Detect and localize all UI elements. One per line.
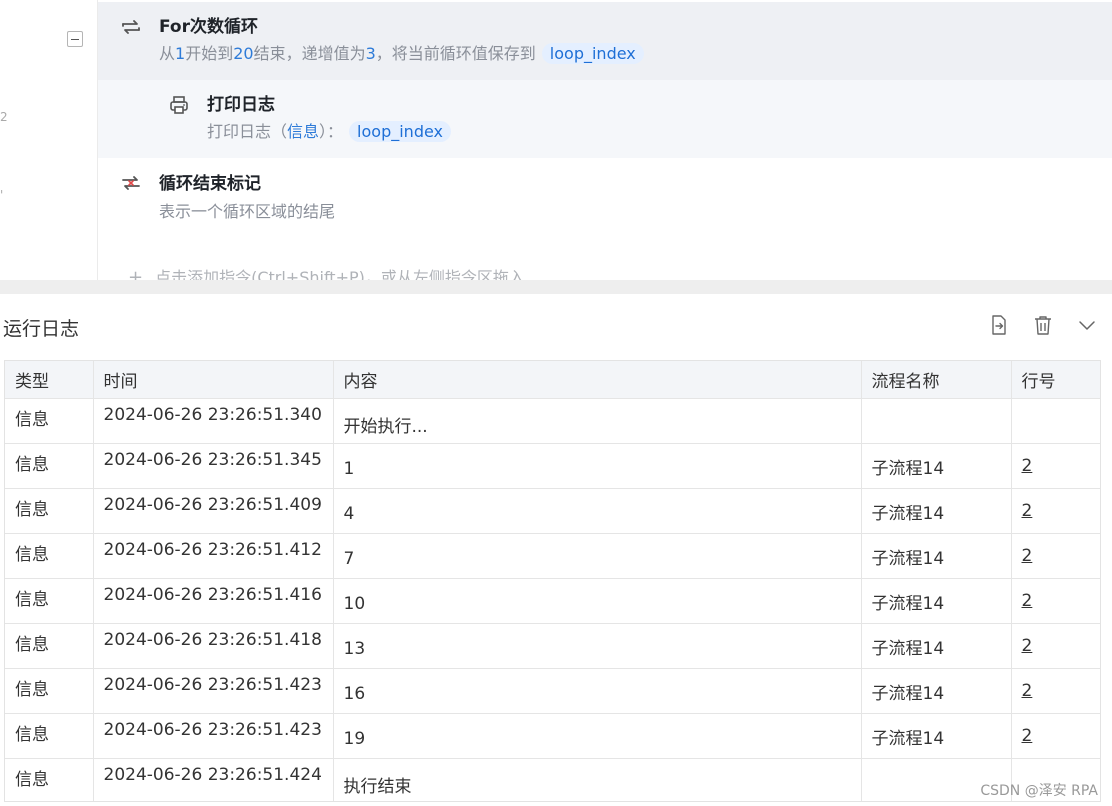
collapse-loop-button[interactable] — [67, 31, 83, 47]
log-time-cell: 2024-06-26 23:26:51.412 — [93, 533, 334, 579]
printer-icon — [168, 94, 190, 116]
log-line-cell: 2 — [1011, 713, 1100, 759]
table-row[interactable]: 信息 2024-06-26 23:26:51.424 执行结束 — [5, 758, 1100, 801]
table-row[interactable]: 信息 2024-06-26 23:26:51.409 4 子流程14 2 — [5, 488, 1100, 534]
panel-splitter[interactable] — [0, 280, 1112, 294]
line-number-link[interactable]: 2 — [1022, 681, 1033, 701]
table-row[interactable]: 信息 2024-06-26 23:26:51.345 1 子流程14 2 — [5, 443, 1100, 489]
log-time-cell: 2024-06-26 23:26:51.345 — [93, 443, 334, 489]
export-icon[interactable] — [986, 312, 1012, 338]
log-content-cell: 4 — [333, 488, 862, 534]
line-number-link[interactable]: 2 — [1022, 726, 1033, 746]
log-time-cell: 2024-06-26 23:26:51.416 — [93, 578, 334, 624]
step-title: 循环结束标记 — [159, 174, 261, 194]
step-for-loop[interactable]: For次数循环 从1开始到20结束，递增值为3，将当前循环值保存到 loop_in… — [98, 2, 1112, 80]
column-header-flow[interactable]: 流程名称 — [861, 361, 1012, 399]
column-header-line[interactable]: 行号 — [1011, 361, 1100, 399]
line-number-link[interactable]: 2 — [1022, 546, 1033, 566]
log-type-cell: 信息 — [5, 758, 94, 801]
log-content-cell: 16 — [333, 668, 862, 714]
log-time-cell: 2024-06-26 23:26:51.409 — [93, 488, 334, 534]
log-time-cell: 2024-06-26 23:26:51.423 — [93, 713, 334, 759]
flow-editor: 2 ' For次数循环 从1开始到20结束，递增值为3，将当前循环值保存到 loo… — [0, 0, 1112, 282]
run-log-panel: 运行日志 类型 时间 内容 流程名称 行号 信息 2024-06-26 23:2… — [0, 294, 1112, 806]
log-table: 类型 时间 内容 流程名称 行号 信息 2024-06-26 23:26:51.3… — [4, 360, 1101, 802]
table-row[interactable]: 信息 2024-06-26 23:26:51.423 16 子流程14 2 — [5, 668, 1100, 714]
column-header-content[interactable]: 内容 — [333, 361, 862, 399]
log-type-cell: 信息 — [5, 668, 94, 714]
log-flow-cell: 子流程14 — [861, 578, 1012, 624]
log-type-cell: 信息 — [5, 713, 94, 759]
log-line-cell — [1011, 398, 1100, 444]
log-type-cell: 信息 — [5, 533, 94, 579]
table-row[interactable]: 信息 2024-06-26 23:26:51.418 13 子流程14 2 — [5, 623, 1100, 669]
log-time-cell: 2024-06-26 23:26:51.340 — [93, 398, 334, 444]
log-time-cell: 2024-06-26 23:26:51.418 — [93, 623, 334, 669]
log-line-cell: 2 — [1011, 578, 1100, 624]
log-content-cell: 10 — [333, 578, 862, 624]
trash-icon[interactable] — [1030, 312, 1056, 338]
step-title: 打印日志 — [207, 95, 275, 115]
step-print-log[interactable]: 打印日志 打印日志（信息）： loop_index — [98, 80, 1112, 158]
log-type-cell: 信息 — [5, 578, 94, 624]
log-flow-cell: 子流程14 — [861, 713, 1012, 759]
log-type-cell: 信息 — [5, 443, 94, 489]
line-number-link[interactable]: 2 — [1022, 456, 1033, 476]
log-content-cell: 13 — [333, 623, 862, 669]
column-header-time[interactable]: 时间 — [93, 361, 334, 399]
line-number-link[interactable]: 2 — [1022, 636, 1033, 656]
loop-icon — [120, 16, 142, 38]
log-flow-cell: 子流程14 — [861, 668, 1012, 714]
log-flow-cell: 子流程14 — [861, 623, 1012, 669]
log-time-cell: 2024-06-26 23:26:51.423 — [93, 668, 334, 714]
log-content-cell: 1 — [333, 443, 862, 489]
gutter-mark: 2 — [0, 110, 8, 124]
table-row[interactable]: 信息 2024-06-26 23:26:51.412 7 子流程14 2 — [5, 533, 1100, 579]
log-type-cell: 信息 — [5, 398, 94, 444]
log-content-cell: 开始执行... — [333, 398, 862, 444]
log-content-cell: 执行结束 — [333, 758, 862, 801]
loop-end-icon — [120, 172, 142, 194]
log-line-cell: 2 — [1011, 488, 1100, 534]
log-type-cell: 信息 — [5, 488, 94, 534]
table-row[interactable]: 信息 2024-06-26 23:26:51.416 10 子流程14 2 — [5, 578, 1100, 624]
watermark: CSDN @泽安 RPA — [980, 783, 1098, 799]
log-line-cell: 2 — [1011, 443, 1100, 489]
gutter-mark: ' — [0, 188, 4, 202]
table-header-row: 类型 时间 内容 流程名称 行号 — [5, 361, 1100, 399]
log-line-cell: 2 — [1011, 533, 1100, 579]
log-type-cell: 信息 — [5, 623, 94, 669]
variable-chip[interactable]: loop_index — [541, 43, 644, 64]
log-flow-cell — [861, 398, 1012, 444]
log-toolbar — [986, 312, 1100, 338]
step-description: 从1开始到20结束，递增值为3，将当前循环值保存到 loop_index — [159, 40, 644, 64]
panel-title: 运行日志 — [3, 318, 80, 340]
log-line-cell: 2 — [1011, 668, 1100, 714]
table-row[interactable]: 信息 2024-06-26 23:26:51.340 开始执行... — [5, 398, 1100, 444]
step-title: For次数循环 — [159, 17, 258, 37]
chevron-down-icon[interactable] — [1074, 312, 1100, 338]
log-content-cell: 7 — [333, 533, 862, 579]
log-time-cell: 2024-06-26 23:26:51.424 — [93, 758, 334, 801]
step-description: 打印日志（信息）： loop_index — [207, 118, 451, 142]
log-line-cell: 2 — [1011, 623, 1100, 669]
line-number-link[interactable]: 2 — [1022, 591, 1033, 611]
log-flow-cell: 子流程14 — [861, 488, 1012, 534]
variable-chip[interactable]: loop_index — [349, 121, 451, 142]
step-loop-end[interactable]: 循环结束标记 表示一个循环区域的结尾 — [98, 160, 1112, 230]
step-description: 表示一个循环区域的结尾 — [159, 202, 336, 221]
log-flow-cell: 子流程14 — [861, 443, 1012, 489]
line-number-link[interactable]: 2 — [1022, 501, 1033, 521]
column-header-type[interactable]: 类型 — [5, 361, 94, 399]
table-row[interactable]: 信息 2024-06-26 23:26:51.423 19 子流程14 2 — [5, 713, 1100, 759]
log-content-cell: 19 — [333, 713, 862, 759]
log-flow-cell: 子流程14 — [861, 533, 1012, 579]
